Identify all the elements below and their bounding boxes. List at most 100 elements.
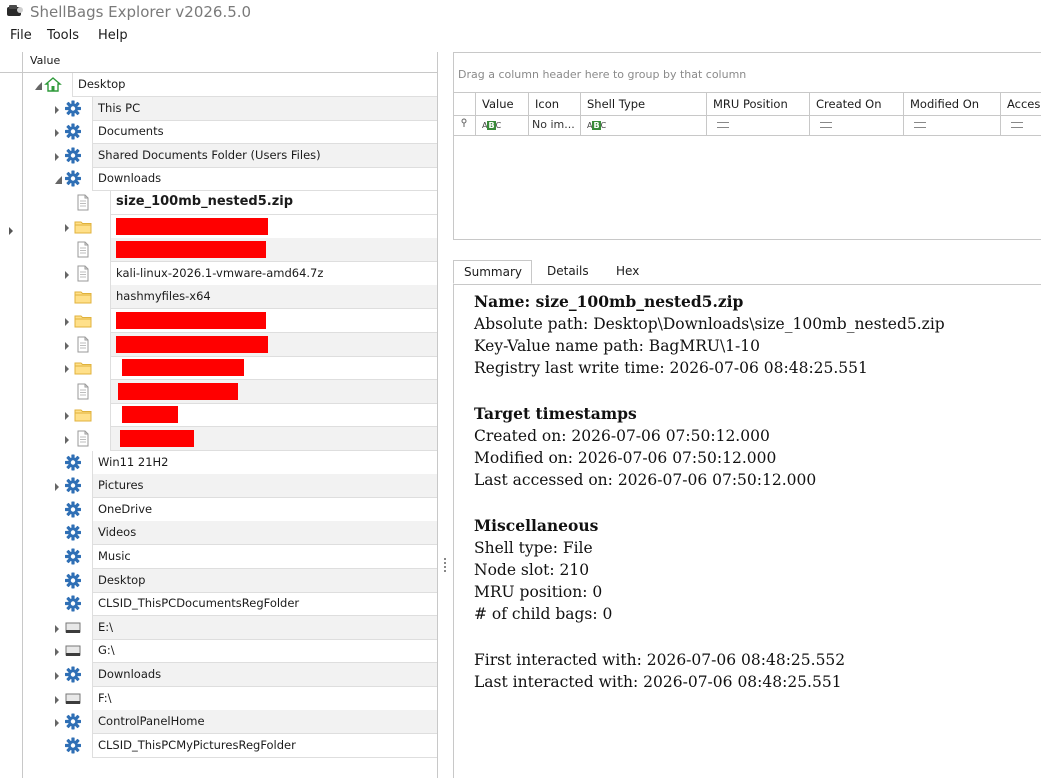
tree-row[interactable]: ControlPanelHome: [22, 710, 437, 735]
expand-arrow-icon[interactable]: [55, 152, 59, 161]
expand-arrow-icon[interactable]: [55, 648, 59, 657]
app-logo-icon: [7, 5, 23, 16]
file-icon: [74, 430, 92, 447]
tree-row[interactable]: [22, 309, 437, 333]
tree-row[interactable]: OneDrive: [22, 497, 437, 522]
tree-row[interactable]: [22, 214, 437, 239]
tree-row[interactable]: CLSID_ThisPCMyPicturesRegFolder: [22, 733, 437, 758]
text-filter-icon: ABC: [482, 121, 502, 130]
menu-tools[interactable]: Tools: [47, 27, 79, 45]
tree-row[interactable]: Downloads: [22, 167, 437, 192]
tree-row[interactable]: Downloads: [22, 663, 437, 687]
gear-icon: [64, 666, 82, 683]
expand-arrow-icon[interactable]: [55, 483, 59, 492]
tree-row-selected[interactable]: size_100mb_nested5.zip: [22, 191, 437, 215]
gear-icon: [64, 123, 82, 140]
window-title: ShellBags Explorer v2026.5.0: [30, 3, 252, 21]
tree-row-cell: [92, 545, 437, 569]
current-row-indicator-icon: [9, 227, 13, 235]
tree-row[interactable]: This PC: [22, 96, 437, 121]
expand-arrow-icon[interactable]: [65, 436, 69, 444]
expand-arrow-icon[interactable]: [65, 318, 69, 326]
expand-arrow-icon[interactable]: [55, 624, 59, 633]
tree-row[interactable]: Documents: [22, 120, 437, 145]
tree-row[interactable]: Shared Documents Folder (Users Files): [22, 143, 437, 168]
tree-row[interactable]: G:\: [22, 639, 437, 664]
gear-icon: [64, 477, 82, 494]
tab-details[interactable]: Details: [537, 260, 599, 284]
tree-row[interactable]: [22, 356, 437, 381]
expand-arrow-icon[interactable]: [55, 105, 59, 114]
group-by-hint[interactable]: Drag a column header here to group by th…: [458, 68, 746, 81]
title-bar: ShellBags Explorer v2026.5.0: [0, 0, 1041, 24]
gear-icon: [64, 454, 82, 471]
grid-column-created-on[interactable]: Created On: [810, 93, 904, 115]
tree-row-cell: [92, 96, 437, 121]
grid-column-modified-on[interactable]: Modified On: [904, 93, 1001, 115]
tree-row-label: Shared Documents Folder (Users Files): [98, 147, 321, 162]
summary-key-value-path: Key-Value name path: BagMRU\1-10: [474, 337, 761, 355]
gear-icon: [64, 548, 82, 565]
expand-arrow-icon[interactable]: [65, 341, 69, 350]
expand-arrow-icon[interactable]: [65, 270, 69, 279]
redaction-block: [122, 406, 178, 424]
grid-column-accessed-on[interactable]: Acces: [1001, 93, 1041, 115]
filter-row-icon: [454, 115, 476, 135]
tree-header: Value: [0, 52, 437, 73]
filter-mru-position-input[interactable]: [707, 115, 810, 135]
filter-created-on-input[interactable]: [810, 115, 904, 135]
tree-row-label: CLSID_ThisPCMyPicturesRegFolder: [98, 737, 296, 752]
tree-row-label: ControlPanelHome: [98, 714, 205, 729]
tree-row[interactable]: E:\: [22, 615, 437, 640]
tree-row[interactable]: [22, 427, 437, 451]
tree-row[interactable]: kali-linux-2026.1-vmware-amd64.7z: [22, 261, 437, 286]
tree-row[interactable]: F:\: [22, 686, 437, 711]
grid-column-icon[interactable]: Icon: [529, 93, 581, 115]
grid-column-value[interactable]: Value: [476, 93, 529, 115]
tree-row[interactable]: Pictures: [22, 474, 437, 499]
menu-help[interactable]: Help: [98, 27, 128, 45]
expand-arrow-icon[interactable]: [55, 129, 59, 138]
tab-summary[interactable]: Summary: [453, 260, 532, 284]
tree-row[interactable]: Win11 21H2: [22, 450, 437, 475]
drive-icon: [64, 619, 82, 636]
tab-hex[interactable]: Hex: [606, 260, 649, 284]
grid-column-shell-type[interactable]: Shell Type: [581, 93, 707, 115]
folder-icon: [74, 218, 92, 235]
expand-arrow-icon[interactable]: [65, 412, 69, 421]
drive-icon: [64, 642, 82, 659]
expand-arrow-icon[interactable]: [65, 223, 69, 232]
tree-row[interactable]: Music: [22, 545, 437, 569]
expand-arrow-icon[interactable]: [55, 672, 59, 680]
tree-row[interactable]: [22, 332, 437, 357]
tree-row[interactable]: [22, 403, 437, 428]
collapse-arrow-icon[interactable]: [55, 176, 62, 185]
filter-icon-input[interactable]: No im...: [529, 115, 581, 135]
grid-column-mru-position[interactable]: MRU Position: [707, 93, 810, 115]
expand-arrow-icon[interactable]: [55, 695, 59, 704]
tree-row[interactable]: Videos: [22, 521, 437, 546]
panel-splitter[interactable]: [441, 52, 451, 778]
menu-file[interactable]: File: [10, 27, 32, 45]
expand-arrow-icon[interactable]: [55, 719, 59, 728]
tree-row[interactable]: [22, 379, 437, 404]
tree-row[interactable]: Desktop: [22, 568, 437, 593]
expand-arrow-icon[interactable]: [65, 365, 69, 374]
equals-filter-icon: [1011, 122, 1023, 128]
tree-row-label: OneDrive: [98, 501, 153, 516]
summary-name: Name: size_100mb_nested5.zip: [474, 292, 744, 311]
tree-row[interactable]: CLSID_ThisPCDocumentsRegFolder: [22, 592, 437, 617]
tree-row-label: kali-linux-2026.1-vmware-amd64.7z: [116, 265, 324, 280]
tree-column-value[interactable]: Value: [30, 54, 60, 67]
filter-accessed-on-input[interactable]: [1001, 115, 1041, 135]
folder-icon: [74, 359, 92, 376]
tree-row[interactable]: [22, 238, 437, 263]
filter-shell-type-input[interactable]: ABC: [581, 115, 707, 135]
gear-icon: [64, 501, 82, 518]
tree-row-label: Downloads: [98, 171, 162, 186]
tree-row[interactable]: hashmyfiles-x64: [22, 285, 437, 310]
tree-row[interactable]: Desktop: [22, 73, 437, 97]
collapse-arrow-icon[interactable]: [35, 82, 42, 90]
filter-modified-on-input[interactable]: [904, 115, 1001, 135]
filter-value-input[interactable]: ABC: [476, 115, 529, 135]
